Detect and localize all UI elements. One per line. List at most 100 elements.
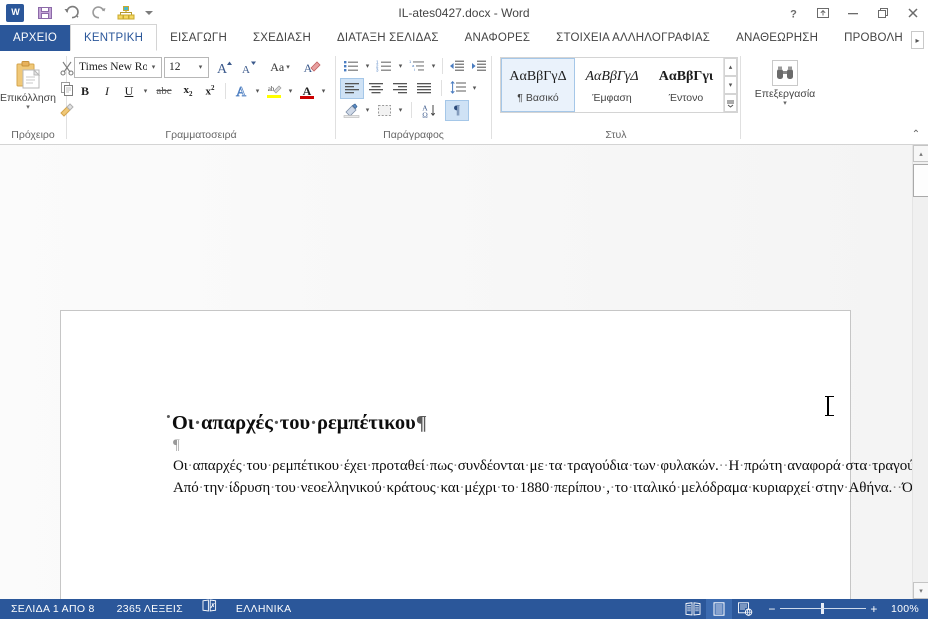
clear-formatting-button[interactable]: A <box>300 57 324 78</box>
word: τα <box>549 458 563 474</box>
bold-button[interactable]: B <box>74 81 96 102</box>
line-spacing-dropdown-caret[interactable]: ▾ <box>469 78 480 99</box>
zoom-slider-thumb[interactable] <box>821 603 824 614</box>
document-page[interactable]: ˙Οι·απαρχές·του·ρεμπέτικου¶ ¶ Οι·απαρχές… <box>60 310 851 599</box>
editing-button[interactable]: Επεξεργασία ▾ <box>743 55 827 108</box>
line-spacing-button[interactable] <box>447 78 469 99</box>
text-effects-dropdown-caret[interactable]: ▾ <box>252 81 263 102</box>
svg-text:A: A <box>303 84 312 98</box>
scrollbar-track[interactable] <box>913 198 928 581</box>
minimize-button[interactable] <box>838 0 868 26</box>
align-left-button[interactable] <box>340 78 364 99</box>
read-mode-view-button[interactable] <box>680 599 706 619</box>
align-center-button[interactable] <box>364 78 388 99</box>
shrink-font-button[interactable]: A <box>237 57 261 78</box>
multilevel-dropdown-caret[interactable]: ▾ <box>428 56 439 77</box>
font-row-1: Times New Ro ▾ 12 ▾ A A <box>74 55 324 79</box>
align-right-button[interactable] <box>388 78 412 99</box>
zoom-level-label[interactable]: 100% <box>882 603 928 615</box>
styles-more-button[interactable] <box>724 94 737 112</box>
hierarchy-icon[interactable] <box>113 2 139 24</box>
redo-icon[interactable] <box>86 2 112 24</box>
tab-overflow-button[interactable]: ▸ <box>911 31 924 49</box>
language-status[interactable]: ΕΛΛΗΝΙΚΑ <box>225 599 303 619</box>
chevron-down-icon[interactable]: ▾ <box>194 63 207 71</box>
font-color-button[interactable]: A <box>296 81 318 102</box>
highlight-dropdown-caret[interactable]: ▾ <box>285 81 296 102</box>
borders-button[interactable] <box>373 100 395 121</box>
style-item-strong[interactable]: ΑαΒβΓγι Έντονο <box>649 58 723 112</box>
zoom-out-button[interactable]: − <box>764 599 780 619</box>
font-size-combo[interactable]: 12 ▾ <box>164 57 209 78</box>
paste-dropdown-caret[interactable]: ▾ <box>26 104 30 112</box>
ribbon-group-editing-label <box>741 129 829 144</box>
numbering-button[interactable]: 1 2 3 <box>373 56 395 77</box>
web-layout-view-button[interactable] <box>732 599 758 619</box>
styles-scroll-up-button[interactable]: ▴ <box>724 58 737 76</box>
chevron-down-icon[interactable]: ▾ <box>147 63 160 71</box>
change-case-button[interactable]: Aa ▾ <box>265 57 295 78</box>
strikethrough-button[interactable]: abc <box>151 81 177 102</box>
ribbon-display-options-button[interactable] <box>808 0 838 26</box>
scroll-up-button[interactable]: ▴ <box>913 145 928 162</box>
style-item-normal[interactable]: ΑαΒβΓγΔ ¶ Βασικό <box>501 58 575 112</box>
word-count-status[interactable]: 2365 ΛΕΞΕΙΣ <box>106 599 194 619</box>
tab-design[interactable]: ΣΧΕΔΙΑΣΗ <box>240 25 324 51</box>
collapse-ribbon-button[interactable]: ⌃ <box>909 128 923 142</box>
tab-view[interactable]: ΠΡΟΒΟΛΗ <box>831 25 916 51</box>
proofing-errors-icon[interactable]: ✗ <box>194 599 225 619</box>
tab-home[interactable]: ΚΕΝΤΡΙΚΗ <box>70 24 157 51</box>
scrollbar-thumb[interactable] <box>913 164 928 197</box>
shading-dropdown-caret[interactable]: ▾ <box>362 100 373 121</box>
underline-dropdown-caret[interactable]: ▾ <box>140 81 151 102</box>
tab-page-layout[interactable]: ΔΙΑΤΑΞΗ ΣΕΛΙΔΑΣ <box>324 25 452 51</box>
zoom-control: − + 100% <box>764 599 928 619</box>
word: αναφορά <box>787 458 840 474</box>
scroll-down-button[interactable]: ▾ <box>913 582 928 599</box>
page-number-status[interactable]: ΣΕΛΙΔΑ 1 ΑΠΟ 8 <box>0 599 106 619</box>
paste-button[interactable]: Επικόλληση ▾ <box>0 55 56 112</box>
style-item-emphasis[interactable]: ΑαΒβΓγΔ Έμφαση <box>575 58 649 112</box>
space-mark: · <box>194 412 201 434</box>
subscript-button[interactable]: x2 <box>177 81 199 102</box>
bullets-button[interactable] <box>340 56 362 77</box>
numbering-dropdown-caret[interactable]: ▾ <box>395 56 406 77</box>
chevron-down-icon[interactable]: ▾ <box>286 63 290 71</box>
text-effects-button[interactable]: A <box>230 81 252 102</box>
bullets-dropdown-caret[interactable]: ▾ <box>362 56 373 77</box>
borders-dropdown-caret[interactable]: ▾ <box>395 100 406 121</box>
close-button[interactable] <box>898 0 928 26</box>
justify-button[interactable] <box>412 78 436 99</box>
font-name-combo[interactable]: Times New Ro ▾ <box>74 57 162 78</box>
tab-review[interactable]: ΑΝΑΘΕΩΡΗΣΗ <box>723 25 831 51</box>
underline-button[interactable]: U <box>118 81 140 102</box>
zoom-slider-track[interactable] <box>780 599 866 619</box>
superscript-button[interactable]: x2 <box>199 81 221 102</box>
print-layout-view-button[interactable] <box>706 599 732 619</box>
styles-scroll-down-button[interactable]: ▾ <box>724 76 737 94</box>
text-highlight-button[interactable]: ab <box>263 81 285 102</box>
sort-button[interactable]: A Ω <box>417 100 441 121</box>
increase-indent-button[interactable] <box>468 56 490 77</box>
tab-references[interactable]: ΑΝΑΦΟΡΕΣ <box>452 25 544 51</box>
word: μέχρι <box>464 480 496 496</box>
multilevel-list-button[interactable]: 1 a i <box>406 56 428 77</box>
restore-button[interactable] <box>868 0 898 26</box>
customize-qat-icon[interactable] <box>140 2 158 24</box>
word: μελόδραμα <box>681 480 748 496</box>
italic-button[interactable]: I <box>96 81 118 102</box>
editing-dropdown-caret[interactable]: ▾ <box>783 100 787 108</box>
grow-font-button[interactable]: A <box>213 57 237 78</box>
undo-icon[interactable] <box>59 2 85 24</box>
help-button[interactable]: ? <box>778 0 808 26</box>
tab-mailings[interactable]: ΣΤΟΙΧΕΙΑ ΑΛΛΗΛΟΓΡΑΦΙΑΣ <box>543 25 723 51</box>
vertical-scrollbar[interactable]: ▴ ▾ <box>912 145 928 599</box>
show-formatting-marks-button[interactable]: ¶ <box>445 100 469 121</box>
tab-file[interactable]: ΑΡΧΕΙΟ <box>0 25 70 51</box>
zoom-in-button[interactable]: + <box>866 599 882 619</box>
shading-button[interactable] <box>340 100 362 121</box>
decrease-indent-button[interactable] <box>446 56 468 77</box>
tab-insert[interactable]: ΕΙΣΑΓΩΓΗ <box>157 25 240 51</box>
font-color-dropdown-caret[interactable]: ▾ <box>318 81 329 102</box>
save-icon[interactable] <box>32 2 58 24</box>
